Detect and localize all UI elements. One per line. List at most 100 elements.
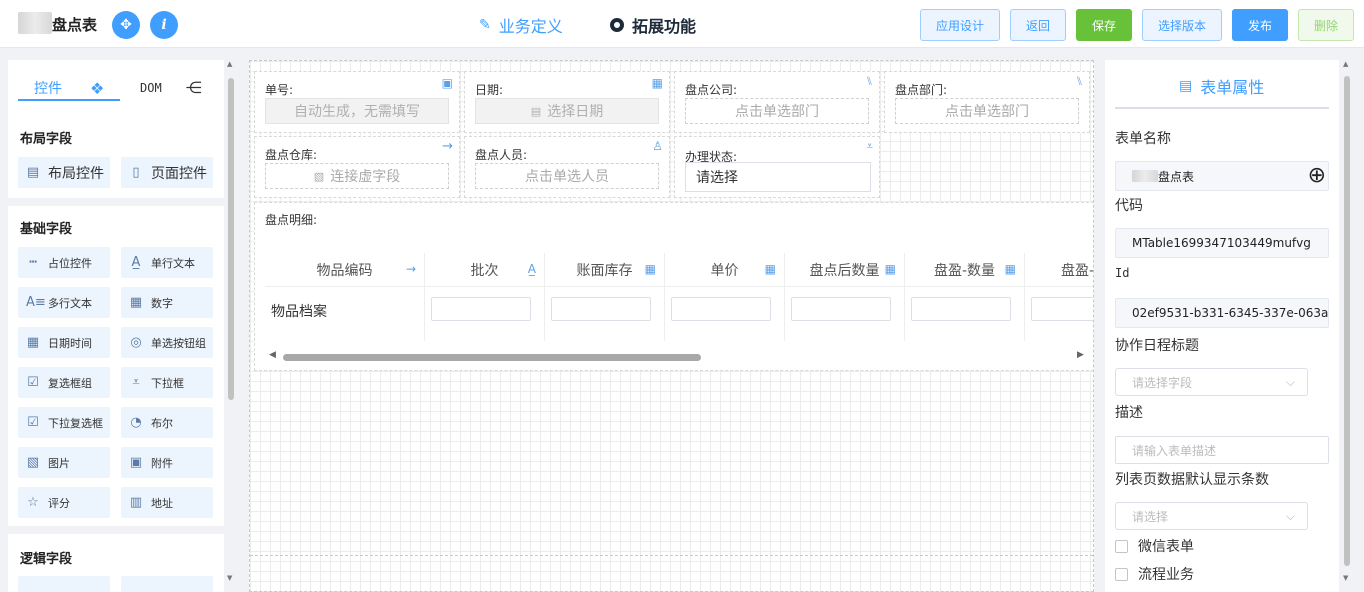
cell-input[interactable]	[551, 297, 651, 321]
cell-input[interactable]	[791, 297, 891, 321]
company-input[interactable]: 点击单选部门	[685, 98, 869, 124]
control-logic-1[interactable]	[18, 576, 110, 592]
section-divider	[8, 198, 224, 206]
scroll-down-icon[interactable]: ▼	[227, 574, 232, 582]
field-date[interactable]: 日期: ▦ ▤ 选择日期	[464, 71, 670, 133]
form-name-input[interactable]: 盘点表 ⊕	[1115, 161, 1329, 191]
control-item[interactable]: ┅ 占位控件	[18, 247, 110, 278]
field-company[interactable]: 盘点公司: ⑊ 点击单选部门	[674, 71, 880, 133]
scrollbar-thumb[interactable]	[1344, 76, 1350, 566]
select-version-button[interactable]: 选择版本	[1142, 9, 1222, 41]
info-icon[interactable]: i	[150, 11, 178, 39]
control-layout[interactable]: ▤ 布局控件	[18, 157, 110, 188]
table-header-cell[interactable]: 盘点后数量 ▦	[785, 253, 905, 287]
id-label: Id	[1115, 266, 1130, 280]
tab-extension[interactable]: 拓展功能	[610, 13, 696, 37]
control-item[interactable]: ▧ 图片	[18, 447, 110, 478]
checkbox-label: 微信表单	[1138, 539, 1194, 555]
scroll-up-icon[interactable]: ▲	[1343, 60, 1348, 68]
tab-business-definition[interactable]: ✎ 业务定义	[479, 13, 563, 37]
table-header-cell[interactable]: 单价 ▦	[665, 253, 785, 287]
checkbox-box[interactable]	[1115, 567, 1128, 581]
cell-input[interactable]	[911, 297, 1011, 321]
section-title-basic: 基础字段	[20, 222, 73, 237]
cell-input[interactable]	[431, 297, 531, 321]
properties-panel: ▤ 表单属性 表单名称 盘点表 ⊕ 代码 MTable1699347103449…	[1105, 60, 1339, 592]
scroll-right-icon[interactable]: ▶	[1077, 350, 1084, 360]
dept-input[interactable]: 点击单选部门	[895, 98, 1079, 124]
id-input[interactable]: 02ef9531-b331-6345-337e-063a	[1115, 298, 1329, 328]
back-button[interactable]: 返回	[1010, 9, 1066, 41]
detail-subform[interactable]: 盘点明细: 物品编码 → 物品档案 批次 A̲ 账面库存 ▦ 单价 ▦ 盘点后数量 ▦ 盘盈-数量 ▦ 盘…	[254, 202, 1093, 371]
left-scrollbar[interactable]: ▲ ▼	[227, 60, 235, 592]
table-cell	[665, 287, 785, 341]
page-size-select[interactable]: 请选择 ⌵	[1115, 502, 1308, 530]
control-item[interactable]: A≡ 多行文本	[18, 287, 110, 318]
calendar-icon: ▤	[530, 104, 542, 118]
control-item[interactable]: A̲ 单行文本	[121, 247, 213, 278]
control-item[interactable]: ☆ 评分	[18, 487, 110, 518]
table-header-cell[interactable]: 盘盈-数量 ▦	[905, 253, 1025, 287]
move-icon[interactable]: ✥	[112, 11, 140, 39]
delete-button[interactable]: 删除	[1298, 9, 1354, 41]
field-order-no[interactable]: 单号: ▣ 自动生成，无需填写	[254, 71, 460, 133]
checkbox-box[interactable]	[1115, 539, 1128, 553]
scroll-up-icon[interactable]: ▲	[227, 60, 232, 68]
scroll-down-icon[interactable]: ▼	[1343, 574, 1348, 582]
control-label: 评分	[48, 496, 70, 510]
publish-button[interactable]: 发布	[1232, 9, 1288, 41]
save-button[interactable]: 保存	[1076, 9, 1132, 41]
control-item[interactable]: ◎ 单选按钮组	[121, 327, 213, 358]
right-scrollbar[interactable]: ▲ ▼	[1342, 60, 1352, 592]
control-item[interactable]: ▦ 数字	[121, 287, 213, 318]
control-item[interactable]: ☑ 下拉复选框	[18, 407, 110, 438]
field-status[interactable]: 办理状态: ⩡ 请选择	[674, 136, 880, 198]
table-header-cell[interactable]: 账面库存 ▦	[545, 253, 665, 287]
attachment-icon: ▣	[129, 455, 143, 470]
order-no-input[interactable]: 自动生成，无需填写	[265, 98, 449, 124]
status-select[interactable]: 请选择	[685, 162, 871, 192]
horizontal-scrollbar-thumb[interactable]	[283, 354, 701, 361]
control-item[interactable]: ◔ 布尔	[121, 407, 213, 438]
checkbox-label: 流程业务	[1138, 567, 1194, 583]
tab-dom[interactable]: DOM ⋲	[140, 78, 202, 97]
schedule-title-label: 协作日程标题	[1115, 338, 1199, 354]
form-canvas[interactable]: 单号: ▣ 自动生成，无需填写 日期: ▦ ▤ 选择日期 盘点公司: ⑊ 点击单选…	[249, 60, 1094, 592]
person-input[interactable]: 点击单选人员	[475, 163, 659, 189]
desc-label: 描述	[1115, 405, 1143, 421]
cell-input[interactable]	[671, 297, 771, 321]
control-item[interactable]: ▦ 日期时间	[18, 327, 110, 358]
desc-input[interactable]: 请输入表单描述	[1115, 436, 1329, 464]
control-item[interactable]: ▣ 附件	[121, 447, 213, 478]
date-input[interactable]: ▤ 选择日期	[475, 98, 659, 124]
scrollbar-thumb[interactable]	[228, 78, 234, 400]
cell-input[interactable]	[1031, 297, 1093, 321]
input-placeholder: 点击单选部门	[735, 104, 819, 120]
table-header-cell[interactable]: 物品编码 →	[265, 253, 425, 287]
number-icon: ▦	[129, 295, 143, 310]
code-input[interactable]: MTable1699347103449mufvg	[1115, 228, 1329, 258]
control-item[interactable]: ☑ 复选框组	[18, 367, 110, 398]
warehouse-input[interactable]: ▧ 连接虚字段	[265, 163, 449, 189]
schedule-title-select[interactable]: 请选择字段 ⌵	[1115, 368, 1308, 396]
app-design-button[interactable]: 应用设计	[920, 9, 1000, 41]
page-size-label: 列表页数据默认显示条数	[1115, 472, 1269, 488]
globe-icon[interactable]: ⊕	[1308, 163, 1326, 188]
calc-icon: ▦	[884, 262, 896, 276]
field-person[interactable]: 盘点人员: ♙ 点击单选人员	[464, 136, 670, 198]
wechat-form-checkbox[interactable]: 微信表单	[1115, 536, 1194, 556]
field-dept[interactable]: 盘点部门: ⑊ 点击单选部门	[884, 71, 1090, 133]
control-logic-2[interactable]	[121, 576, 213, 592]
process-business-checkbox[interactable]: 流程业务	[1115, 564, 1194, 584]
tab-controls[interactable]: 控件 ❖	[34, 78, 104, 98]
control-page[interactable]: ▯ 页面控件	[121, 157, 213, 188]
table-header-cell[interactable]: 盘盈-金▦	[1025, 253, 1093, 287]
control-item[interactable]: ▥ 地址	[121, 487, 213, 518]
code-label: 代码	[1115, 198, 1143, 214]
table-cell	[425, 287, 545, 341]
placeholder-icon: ┅	[29, 255, 37, 270]
control-item[interactable]: ⩡ 下拉框	[121, 367, 213, 398]
table-header-cell[interactable]: 批次 A̲	[425, 253, 545, 287]
field-warehouse[interactable]: 盘点仓库: → ▧ 连接虚字段	[254, 136, 460, 198]
scroll-left-icon[interactable]: ◀	[269, 350, 276, 360]
